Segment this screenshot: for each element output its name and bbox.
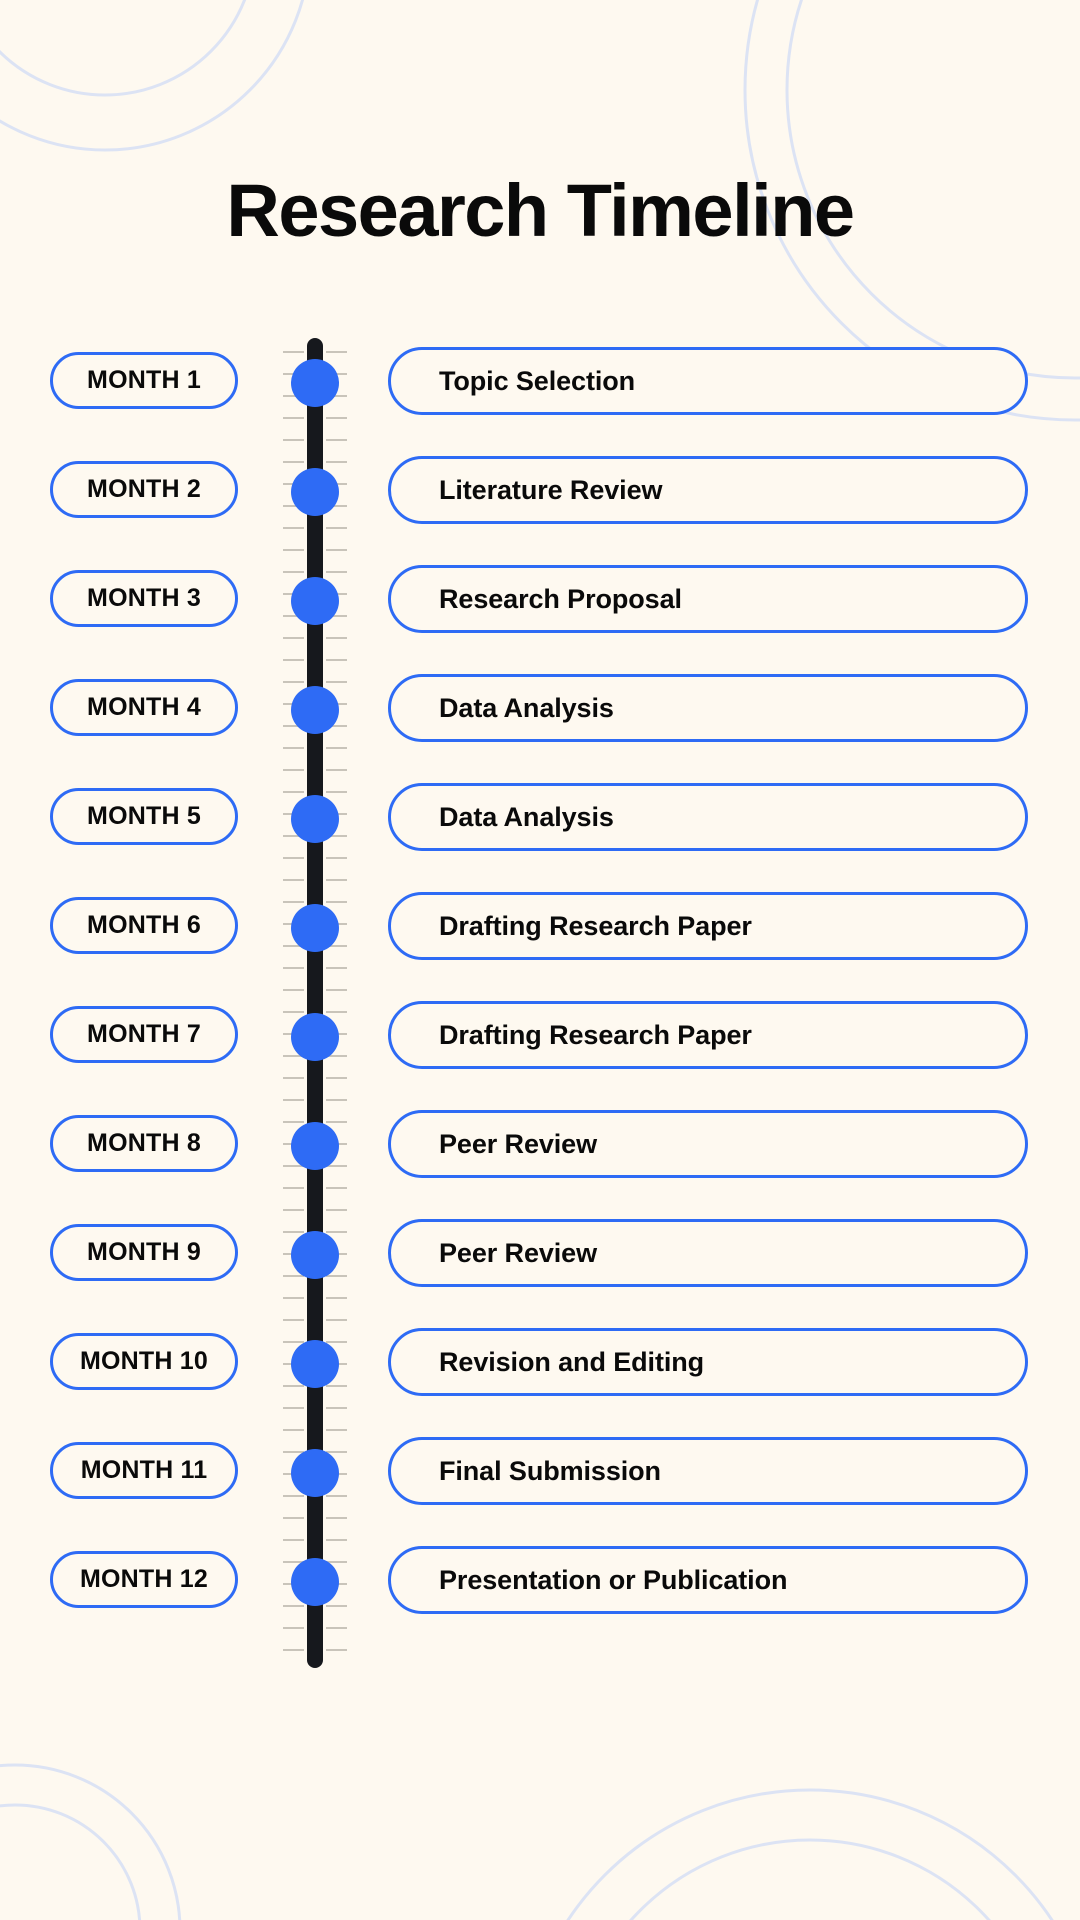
month-pill[interactable]: MONTH 8 — [50, 1115, 238, 1172]
task-label: Final Submission — [439, 1455, 661, 1486]
timeline-row: MONTH 9 Peer Review — [0, 1210, 1080, 1298]
task-card[interactable]: Presentation or Publication — [388, 1546, 1028, 1614]
month-pill[interactable]: MONTH 11 — [50, 1442, 238, 1499]
timeline-row: MONTH 2 Literature Review — [0, 447, 1080, 535]
timeline-node-dot[interactable] — [291, 904, 339, 952]
month-pill[interactable]: MONTH 7 — [50, 1006, 238, 1063]
task-label: Presentation or Publication — [439, 1564, 788, 1595]
month-label: MONTH 2 — [87, 475, 201, 503]
month-pill[interactable]: MONTH 9 — [50, 1224, 238, 1281]
timeline-row: MONTH 11 Final Submission — [0, 1428, 1080, 1516]
timeline-node-dot[interactable] — [291, 1122, 339, 1170]
task-label: Peer Review — [439, 1128, 597, 1159]
month-label: MONTH 7 — [87, 1020, 201, 1048]
month-label: MONTH 1 — [87, 366, 201, 394]
task-label: Revision and Editing — [439, 1346, 705, 1377]
month-label: MONTH 10 — [79, 1347, 208, 1375]
month-pill[interactable]: MONTH 4 — [50, 679, 238, 736]
timeline-node-dot[interactable] — [291, 686, 339, 734]
task-card[interactable]: Data Analysis — [388, 783, 1028, 851]
timeline-node-dot[interactable] — [291, 1013, 339, 1061]
timeline-node-dot[interactable] — [291, 1449, 339, 1497]
task-label: Data Analysis — [439, 692, 614, 723]
month-pill[interactable]: MONTH 3 — [50, 570, 238, 627]
month-label: MONTH 4 — [87, 693, 201, 721]
task-card[interactable]: Revision and Editing — [388, 1328, 1028, 1396]
timeline-row: MONTH 12 Presentation or Publication — [0, 1537, 1080, 1625]
task-label: Data Analysis — [439, 801, 614, 832]
page-title: Research Timeline — [226, 168, 855, 252]
month-label: MONTH 11 — [80, 1456, 208, 1484]
task-card[interactable]: Peer Review — [388, 1110, 1028, 1178]
month-pill[interactable]: MONTH 6 — [50, 897, 238, 954]
timeline-node-dot[interactable] — [291, 1340, 339, 1388]
task-card[interactable]: Drafting Research Paper — [388, 892, 1028, 960]
decor-arc-bottom-right-outer — [566, 1788, 1054, 1920]
task-card[interactable]: Topic Selection — [388, 347, 1028, 415]
task-card[interactable]: Peer Review — [388, 1219, 1028, 1287]
timeline-node-dot[interactable] — [291, 1558, 339, 1606]
timeline-row: MONTH 6 Drafting Research Paper — [0, 883, 1080, 971]
month-pill[interactable]: MONTH 12 — [50, 1551, 238, 1608]
decor-arc-top-left-outer — [0, 0, 305, 152]
month-label: MONTH 12 — [79, 1565, 208, 1593]
task-card[interactable]: Literature Review — [388, 456, 1028, 524]
month-pill[interactable]: MONTH 2 — [50, 461, 238, 518]
task-card[interactable]: Research Proposal — [388, 565, 1028, 633]
month-label: MONTH 6 — [87, 911, 201, 939]
task-card[interactable]: Drafting Research Paper — [388, 1001, 1028, 1069]
timeline-row: MONTH 10 Revision and Editing — [0, 1319, 1080, 1407]
month-label: MONTH 3 — [87, 584, 201, 612]
timeline-row: MONTH 3 Research Proposal — [0, 556, 1080, 644]
timeline-node-dot[interactable] — [291, 468, 339, 516]
task-label: Peer Review — [439, 1237, 597, 1268]
month-label: MONTH 5 — [87, 802, 201, 830]
timeline-rows: MONTH 1 Topic Selection MONTH 2 Literature … — [0, 338, 1080, 1625]
task-label: Literature Review — [439, 474, 663, 505]
task-label: Topic Selection — [439, 365, 636, 396]
research-timeline: MONTH 1 Topic Selection MONTH 2 Literature … — [0, 338, 1080, 1668]
timeline-node-dot[interactable] — [291, 577, 339, 625]
task-card[interactable]: Final Submission — [388, 1437, 1028, 1505]
task-label: Drafting Research Paper — [439, 910, 752, 941]
timeline-row: MONTH 4 Data Analysis — [0, 665, 1080, 753]
timeline-node-dot[interactable] — [291, 1231, 339, 1279]
timeline-node-dot[interactable] — [291, 359, 339, 407]
timeline-row: MONTH 7 Drafting Research Paper — [0, 992, 1080, 1080]
task-label: Research Proposal — [439, 583, 682, 614]
timeline-row: MONTH 8 Peer Review — [0, 1101, 1080, 1189]
month-pill[interactable]: MONTH 5 — [50, 788, 238, 845]
decor-arc-top-left-inner — [0, 0, 247, 97]
month-label: MONTH 8 — [87, 1129, 201, 1157]
decor-arc-bottom-left-inner — [0, 1803, 142, 1920]
timeline-node-dot[interactable] — [291, 795, 339, 843]
decor-arc-bottom-right-inner — [629, 1838, 991, 1920]
timeline-row: MONTH 5 Data Analysis — [0, 774, 1080, 862]
decor-arc-bottom-left-outer — [0, 1763, 182, 1920]
task-label: Drafting Research Paper — [439, 1019, 752, 1050]
month-pill[interactable]: MONTH 1 — [50, 352, 238, 409]
task-card[interactable]: Data Analysis — [388, 674, 1028, 742]
timeline-row: MONTH 1 Topic Selection — [0, 338, 1080, 426]
month-label: MONTH 9 — [87, 1238, 201, 1266]
month-pill[interactable]: MONTH 10 — [50, 1333, 238, 1390]
